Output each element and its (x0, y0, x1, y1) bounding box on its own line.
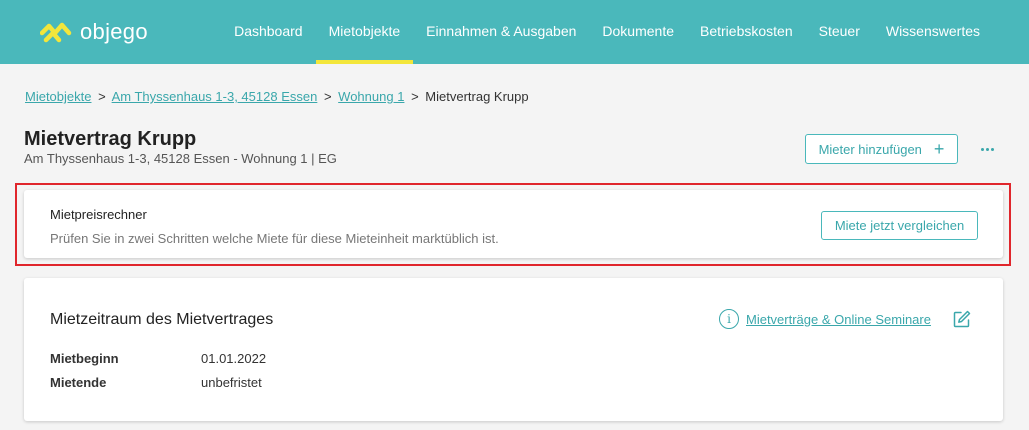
rental-start-value: 01.01.2022 (201, 351, 267, 366)
main-nav: Dashboard Mietobjekte Einnahmen & Ausgab… (221, 0, 993, 64)
logo-icon (40, 22, 72, 43)
nav-item-dokumente[interactable]: Dokumente (589, 0, 687, 64)
rental-end-label: Mietende (50, 375, 107, 390)
breadcrumb-link-property[interactable]: Am Thyssenhaus 1-3, 45128 Essen (112, 89, 318, 104)
more-dots-icon (985, 147, 989, 151)
seminars-link[interactable]: i Mietverträge & Online Seminare (719, 309, 931, 329)
plus-icon: + (933, 139, 945, 159)
breadcrumb-link-unit[interactable]: Wohnung 1 (338, 89, 404, 104)
page-subtitle: Am Thyssenhaus 1-3, 45128 Essen - Wohnun… (24, 151, 337, 166)
highlight-frame (15, 183, 1011, 266)
breadcrumb-separator: > (98, 89, 106, 104)
rental-end-value: unbefristet (201, 375, 262, 390)
rental-period-title: Mietzeitraum des Mietvertrages (50, 311, 274, 328)
logo[interactable]: objego (40, 18, 148, 46)
nav-item-dashboard[interactable]: Dashboard (221, 0, 316, 64)
breadcrumb: Mietobjekte > Am Thyssenhaus 1-3, 45128 … (25, 89, 529, 104)
edit-icon[interactable] (952, 309, 972, 329)
nav-item-betriebskosten[interactable]: Betriebskosten (687, 0, 806, 64)
more-options-button[interactable] (976, 140, 998, 158)
top-navigation-bar: objego Dashboard Mietobjekte Einnahmen &… (0, 0, 1029, 64)
rental-start-label: Mietbeginn (50, 351, 119, 366)
breadcrumb-separator: > (411, 89, 419, 104)
breadcrumb-current: Mietvertrag Krupp (425, 89, 529, 104)
info-icon: i (719, 309, 739, 329)
breadcrumb-link-mietobjekte[interactable]: Mietobjekte (25, 89, 91, 104)
rental-period-card: Mietzeitraum des Mietvertrages i Mietver… (24, 278, 1003, 421)
more-dots-icon (990, 147, 994, 151)
breadcrumb-separator: > (323, 89, 332, 104)
nav-item-einnahmen-ausgaben[interactable]: Einnahmen & Ausgaben (413, 0, 589, 64)
page-title: Mietvertrag Krupp (24, 128, 197, 150)
logo-text: objego (80, 19, 148, 44)
seminars-link-label: Mietverträge & Online Seminare (746, 311, 931, 327)
more-dots-icon (980, 147, 984, 151)
nav-item-steuer[interactable]: Steuer (806, 0, 873, 64)
nav-item-wissenswertes[interactable]: Wissenswertes (873, 0, 993, 64)
add-tenant-button[interactable]: Mieter hinzufügen + (805, 134, 958, 164)
nav-item-mietobjekte[interactable]: Mietobjekte (315, 0, 414, 64)
add-tenant-label: Mieter hinzufügen (818, 141, 922, 157)
